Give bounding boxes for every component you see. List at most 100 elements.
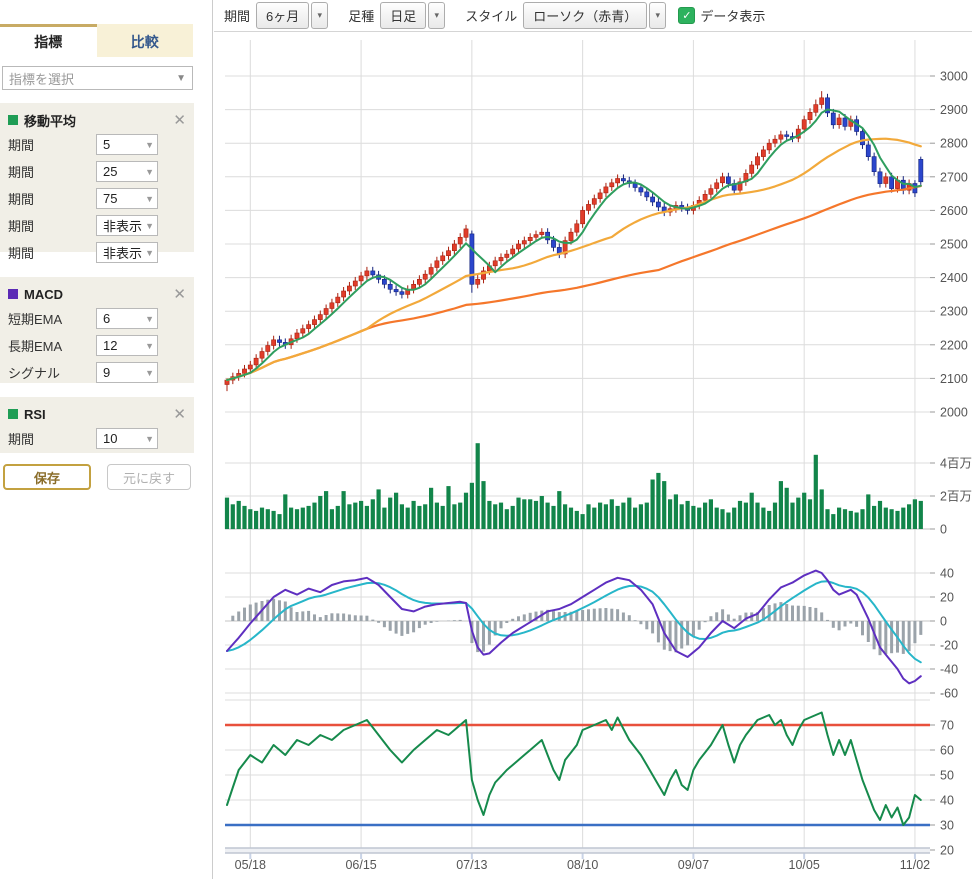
chart-toolbar: 期間 6ヶ月 ▾ 足種 日足 ▾ スタイル ローソク（赤青） ▾ ✓ データ表示 (214, 0, 972, 32)
chevron-down-icon: ▼ (145, 140, 154, 150)
param-row: 期間 非表示▼ (8, 239, 186, 266)
ma-period-4-select[interactable]: 非表示▼ (96, 215, 158, 236)
data-display-checkbox[interactable]: ✓ (678, 7, 695, 24)
param-label: 期間 (8, 216, 96, 235)
tab-compare[interactable]: 比較 (97, 24, 194, 57)
bartype-dropdown-value[interactable]: 日足 (380, 2, 426, 29)
macd-signal-select[interactable]: 9▼ (96, 362, 158, 383)
svg-text:05/18: 05/18 (235, 858, 266, 872)
tab-indicators[interactable]: 指標 (0, 24, 97, 57)
ma-period-3-select[interactable]: 75▼ (96, 188, 158, 209)
svg-text:0: 0 (940, 615, 947, 629)
bartype-label: 足種 (348, 6, 374, 25)
param-label: 短期EMA (8, 309, 96, 328)
svg-text:2百万: 2百万 (940, 490, 972, 504)
svg-text:09/07: 09/07 (678, 858, 709, 872)
style-label: スタイル (465, 6, 517, 25)
price-volume-macd-rsi-chart[interactable]: 05/18 06/15 07/13 08/10 09/07 10/05 11/02 3000 2… (214, 0, 972, 879)
svg-text:2500: 2500 (940, 238, 968, 252)
chevron-down-icon[interactable]: ▾ (428, 2, 445, 29)
panel-title: RSI (24, 407, 46, 422)
svg-text:20: 20 (940, 591, 954, 605)
svg-text:2900: 2900 (940, 103, 968, 117)
chevron-down-icon: ▼ (176, 73, 186, 84)
chevron-down-icon: ▼ (145, 194, 154, 204)
macd-long-ema-select[interactable]: 12▼ (96, 335, 158, 356)
param-label: シグナル (8, 363, 96, 382)
chevron-down-icon: ▼ (145, 341, 154, 351)
svg-text:06/15: 06/15 (345, 858, 376, 872)
period-dropdown-value[interactable]: 6ヶ月 (256, 2, 309, 29)
data-display-label: データ表示 (700, 6, 765, 25)
chevron-down-icon[interactable]: ▾ (649, 2, 666, 29)
svg-text:07/13: 07/13 (456, 858, 487, 872)
macd-color-swatch (8, 289, 18, 299)
svg-text:40: 40 (940, 567, 954, 581)
panel-title: MACD (24, 287, 63, 302)
reset-button[interactable]: 元に戻す (107, 464, 191, 490)
svg-text:2100: 2100 (940, 372, 968, 386)
param-label: 期間 (8, 243, 96, 262)
param-row: 期間 5▼ (8, 131, 186, 158)
period-dropdown: 6ヶ月 ▾ (256, 2, 328, 29)
svg-text:2600: 2600 (940, 204, 968, 218)
svg-text:2400: 2400 (940, 271, 968, 285)
param-row: 期間 10▼ (8, 425, 186, 452)
svg-text:4百万: 4百万 (940, 457, 972, 471)
chevron-down-icon: ▼ (145, 314, 154, 324)
svg-text:-40: -40 (940, 663, 958, 677)
svg-text:70: 70 (940, 719, 954, 733)
panel-macd: MACD ✕ 短期EMA 6▼ 長期EMA 12▼ シグナル 9▼ (0, 277, 194, 383)
macd-short-ema-select[interactable]: 6▼ (96, 308, 158, 329)
save-button[interactable]: 保存 (3, 464, 91, 490)
svg-text:50: 50 (940, 769, 954, 783)
svg-text:0: 0 (940, 523, 947, 537)
chevron-down-icon: ▼ (145, 368, 154, 378)
close-icon[interactable]: ✕ (173, 407, 186, 422)
chevron-down-icon: ▼ (145, 248, 154, 258)
close-icon[interactable]: ✕ (173, 113, 186, 128)
chevron-down-icon: ▼ (145, 167, 154, 177)
svg-text:2700: 2700 (940, 170, 968, 184)
param-label: 期間 (8, 429, 96, 448)
svg-text:2800: 2800 (940, 137, 968, 151)
param-row: 期間 75▼ (8, 185, 186, 212)
indicator-select[interactable]: 指標を選択 ▼ (2, 66, 193, 90)
svg-text:3000: 3000 (940, 70, 968, 84)
style-dropdown: ローソク（赤青） ▾ (523, 2, 666, 29)
ma-period-1-select[interactable]: 5▼ (96, 134, 158, 155)
rsi-color-swatch (8, 409, 18, 419)
param-label: 期間 (8, 189, 96, 208)
param-row: 期間 25▼ (8, 158, 186, 185)
rsi-period-select[interactable]: 10▼ (96, 428, 158, 449)
panel-title: 移動平均 (24, 111, 76, 130)
ma-period-5-select[interactable]: 非表示▼ (96, 242, 158, 263)
ma-color-swatch (8, 115, 18, 125)
svg-text:2300: 2300 (940, 305, 968, 319)
param-label: 期間 (8, 162, 96, 181)
chevron-down-icon: ▼ (145, 221, 154, 231)
style-dropdown-value[interactable]: ローソク（赤青） (523, 2, 647, 29)
svg-text:2000: 2000 (940, 406, 968, 420)
svg-text:-60: -60 (940, 687, 958, 701)
param-row: 長期EMA 12▼ (8, 332, 186, 359)
indicator-sidebar: 指標 比較 指標を選択 ▼ 移動平均 ✕ 期間 5▼ 期間 25▼ 期間 75▼… (0, 0, 213, 879)
svg-text:10/05: 10/05 (789, 858, 820, 872)
close-icon[interactable]: ✕ (173, 287, 186, 302)
param-row: シグナル 9▼ (8, 359, 186, 386)
svg-text:20: 20 (940, 844, 954, 858)
svg-text:60: 60 (940, 744, 954, 758)
chevron-down-icon: ▼ (145, 434, 154, 444)
sidebar-tabs: 指標 比較 (0, 24, 193, 57)
chevron-down-icon[interactable]: ▾ (311, 2, 328, 29)
svg-text:08/10: 08/10 (567, 858, 598, 872)
param-label: 期間 (8, 135, 96, 154)
svg-text:40: 40 (940, 794, 954, 808)
chart-area[interactable]: 05/18 06/15 07/13 08/10 09/07 10/05 11/02 3000 2… (214, 0, 972, 879)
ma-period-2-select[interactable]: 25▼ (96, 161, 158, 182)
panel-moving-average: 移動平均 ✕ 期間 5▼ 期間 25▼ 期間 75▼ 期間 非表示▼ 期間 非表… (0, 103, 194, 252)
param-label: 長期EMA (8, 336, 96, 355)
indicator-select-placeholder: 指標を選択 (9, 69, 74, 88)
param-row: 期間 非表示▼ (8, 212, 186, 239)
svg-text:11/02: 11/02 (900, 858, 930, 872)
